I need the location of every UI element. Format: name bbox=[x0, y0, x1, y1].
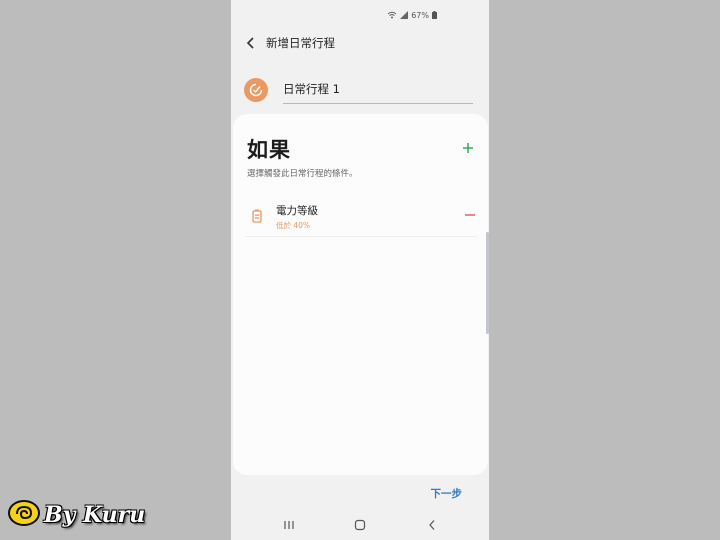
condition-item[interactable]: 電力等級 低於 40% bbox=[245, 196, 477, 237]
condition-title: 電力等級 bbox=[276, 205, 318, 217]
battery-percent: 67% bbox=[411, 10, 429, 20]
status-bar: 67% bbox=[387, 8, 437, 22]
battery-icon bbox=[252, 208, 262, 223]
wifi-icon bbox=[387, 11, 397, 19]
if-section-description: 選擇觸發此日常行程的條件。 bbox=[247, 169, 358, 179]
signal-icon bbox=[400, 11, 409, 19]
next-button[interactable]: 下一步 bbox=[431, 486, 463, 501]
routine-check-icon bbox=[244, 78, 268, 102]
routine-name-row bbox=[244, 76, 476, 104]
back-icon[interactable] bbox=[424, 517, 440, 533]
if-section-title: 如果 bbox=[247, 138, 291, 162]
watermark-logo-icon bbox=[6, 498, 42, 532]
system-nav-bar bbox=[231, 514, 489, 536]
battery-icon bbox=[432, 11, 437, 19]
phone-screen: 67% 新增日常行程 如果 bbox=[231, 0, 489, 540]
condition-subtitle: 低於 40% bbox=[276, 221, 311, 230]
watermark-text: By Kuru bbox=[44, 502, 146, 528]
back-arrow-icon[interactable] bbox=[240, 32, 262, 54]
home-icon[interactable] bbox=[352, 517, 368, 533]
plus-icon bbox=[462, 139, 474, 158]
recents-icon[interactable] bbox=[281, 517, 297, 533]
page-title: 新增日常行程 bbox=[266, 36, 335, 50]
scrollbar-thumb[interactable] bbox=[486, 232, 489, 334]
watermark: By Kuru bbox=[6, 497, 145, 533]
if-card: 如果 選擇觸發此日常行程的條件。 電力等級 低於 40% bbox=[233, 114, 488, 475]
minus-icon bbox=[464, 206, 476, 225]
remove-condition-button[interactable] bbox=[463, 208, 477, 222]
app-header: 新增日常行程 bbox=[231, 30, 489, 56]
routine-name-input[interactable] bbox=[283, 76, 473, 104]
add-condition-button[interactable] bbox=[460, 140, 476, 156]
